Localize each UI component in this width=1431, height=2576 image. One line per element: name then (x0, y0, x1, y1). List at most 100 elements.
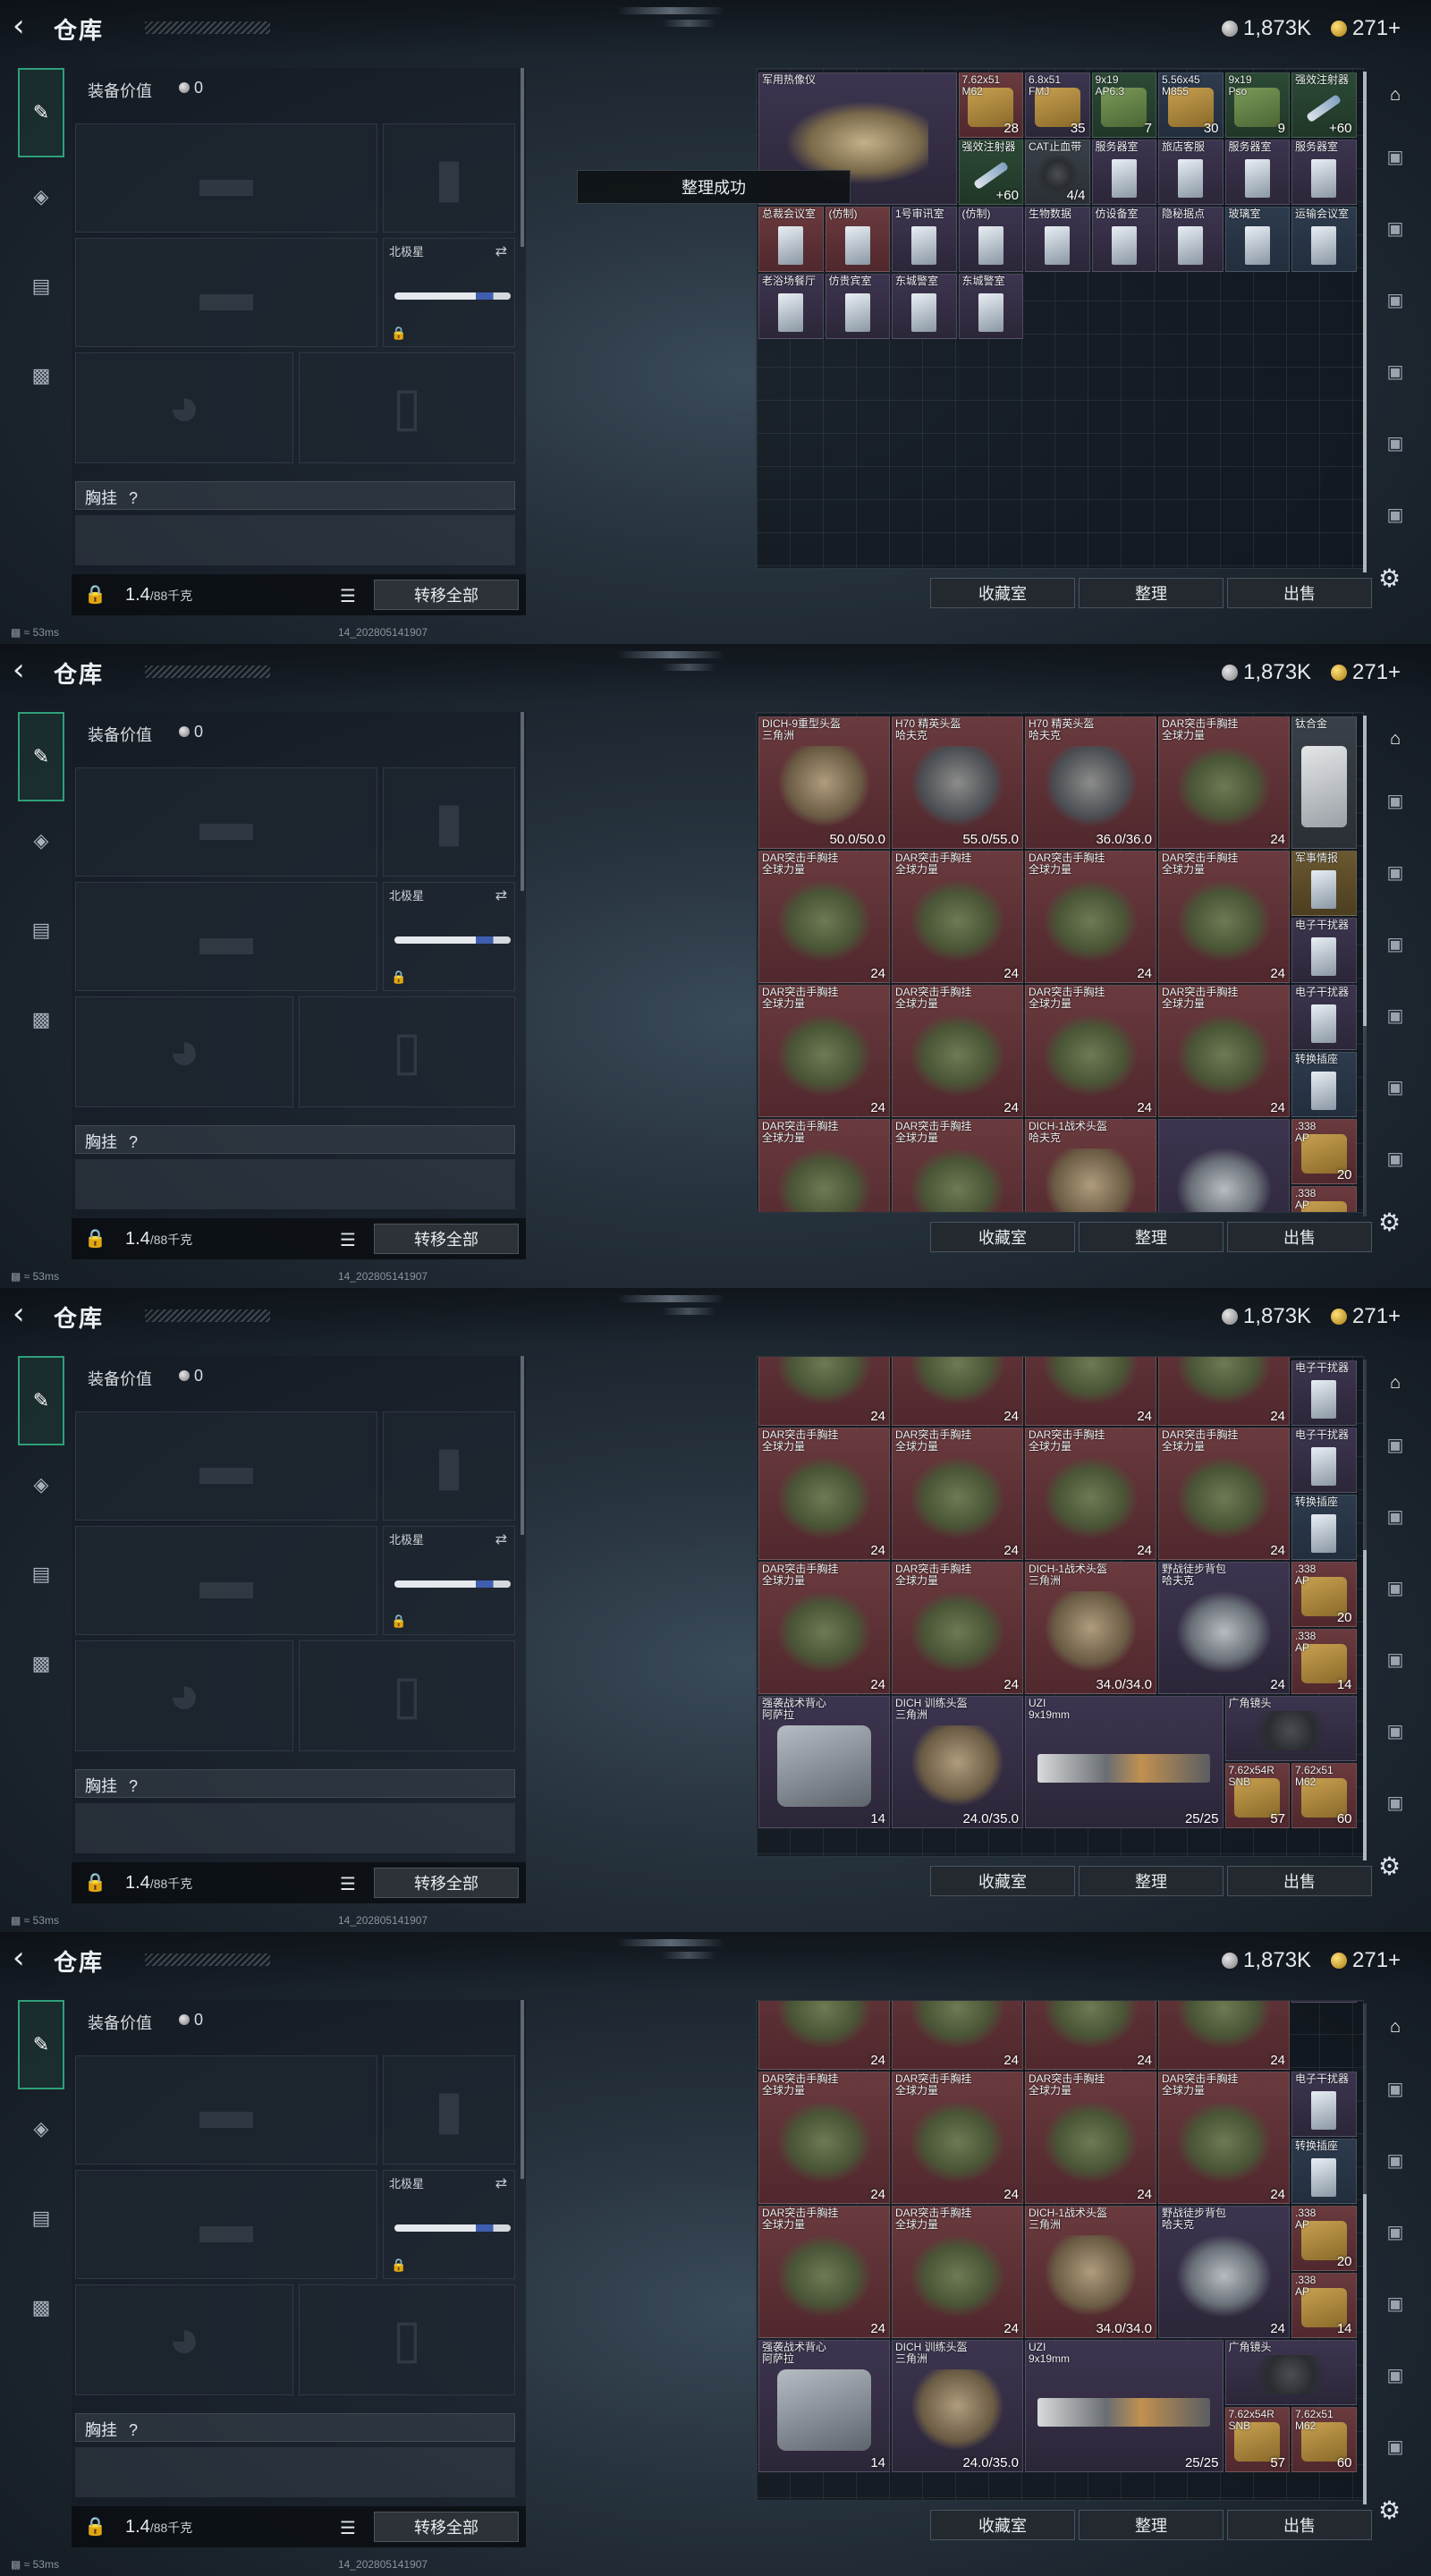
stash-item[interactable]: 生物数据 (1025, 207, 1090, 272)
category-tab-icon[interactable]: ▣ (1377, 2147, 1413, 2175)
stash-item[interactable]: 9x19 Pso 9 (1224, 72, 1290, 138)
chest-rig-header[interactable]: 胸挂 ? (75, 2413, 515, 2442)
gear-icon[interactable]: ⚙ (1378, 564, 1401, 593)
stash-item[interactable]: 运输会议室 (1291, 207, 1357, 272)
stash-item[interactable]: 强袭战术背心 阿萨拉 14 (758, 2340, 890, 2472)
chest-rig-slots[interactable] (75, 515, 515, 565)
stash-item[interactable]: DAR突击手胸挂 全球力量 24 (892, 2206, 1023, 2338)
category-tab-icon[interactable]: ▣ (1377, 286, 1413, 315)
stash-item[interactable]: .338 AP 14 (1291, 2273, 1357, 2338)
stash-item[interactable]: 电子干扰器 (1291, 1428, 1357, 1493)
chest-rig-slots[interactable] (75, 1803, 515, 1853)
gun-icon[interactable]: ✎ (18, 1356, 64, 1445)
sort-button[interactable]: 整理 (1079, 578, 1224, 608)
stash-item[interactable]: 广角镜头 (1224, 2340, 1357, 2405)
collection-room-button[interactable]: 收藏室 (930, 578, 1075, 608)
stash-item[interactable]: H70 精英头盔 哈夫克 36.0/36.0 (1025, 716, 1156, 849)
equipment-scrollbar[interactable] (521, 68, 524, 247)
chest-rig-header[interactable]: 胸挂 ? (75, 1125, 515, 1154)
sort-button[interactable]: 整理 (1079, 1222, 1224, 1252)
primary-weapon-slot[interactable]: ▬ (75, 123, 377, 233)
backpack-icon[interactable]: ▤ (20, 1553, 63, 1596)
sell-button[interactable]: 出售 (1227, 1222, 1372, 1252)
secondary-weapon-slot[interactable]: ▬ (75, 1526, 377, 1635)
category-tab-icon[interactable]: ▣ (1377, 2433, 1413, 2462)
category-tab-icon[interactable]: ▣ (1377, 1789, 1413, 1818)
list-icon[interactable]: ☰ (340, 2517, 356, 2539)
stash-item[interactable]: .338 AP 20 (1291, 2206, 1357, 2271)
gold-currency[interactable]: 271+ (1331, 16, 1401, 41)
category-tab-icon[interactable]: ▣ (1377, 2361, 1413, 2390)
category-tab-icon[interactable]: ▣ (1377, 1574, 1413, 1603)
category-tab-icon[interactable]: ▣ (1377, 1002, 1413, 1030)
category-tab-icon[interactable]: ▣ (1377, 1431, 1413, 1460)
stash-home-icon[interactable]: ⌂ (1377, 80, 1413, 109)
back-arrow-icon[interactable]: ‹ (13, 11, 39, 43)
stash-item[interactable]: DAR突击手胸挂 全球力量 24 (1025, 851, 1156, 983)
category-tab-icon[interactable]: ▣ (1377, 358, 1413, 386)
stash-item[interactable]: DAR突击手胸挂 全球力量 (892, 1119, 1023, 1212)
stash-item[interactable]: 转换插座 (1291, 2139, 1357, 2204)
stash-item[interactable]: CAT止血带 4/4 (1025, 140, 1090, 205)
stash-scroll-thumb[interactable] (1363, 716, 1367, 1027)
help-icon[interactable]: ? (129, 489, 138, 507)
transfer-all-button[interactable]: 转移全部 (374, 2512, 519, 2542)
gold-currency[interactable]: 271+ (1331, 1948, 1401, 1973)
stash-item[interactable]: DAR突击手胸挂 全球力量 24 (758, 1428, 890, 1560)
pistol-slot[interactable]: ▮ (383, 123, 515, 233)
backpack-icon[interactable]: ▤ (20, 2197, 63, 2240)
stash-item[interactable]: 电子干扰器 (1291, 1360, 1357, 1426)
gun-icon[interactable]: ✎ (18, 712, 64, 801)
body-armor-slot[interactable]: ▯ (299, 352, 515, 463)
armor-icon[interactable]: ◈ (20, 819, 63, 862)
stash-item[interactable]: .338 AP 20 (1291, 1562, 1357, 1627)
pistol-slot[interactable]: ▮ (383, 2055, 515, 2165)
helmet-slot[interactable]: ◕ (75, 2284, 293, 2395)
gear-icon[interactable]: ⚙ (1378, 1852, 1401, 1881)
stash-item[interactable]: 仿贵宾室 (825, 274, 890, 339)
swap-icon[interactable]: ⇄ (495, 886, 507, 904)
stash-item[interactable]: DAR突击手胸挂 全球力量 24 (758, 2072, 890, 2204)
helmet-slot[interactable]: ◕ (75, 1640, 293, 1751)
stash-item[interactable]: 东城警室 (892, 274, 957, 339)
stash-grid[interactable]: 军用热像仪 7.62x51 M62 28 6.8x51 FMJ 35 9x19 AP6.3… (756, 68, 1364, 569)
stash-scrollbar[interactable] (1363, 2004, 1367, 2504)
stash-item[interactable]: 24 (758, 1357, 890, 1426)
stash-item[interactable]: 7.62x51 M62 60 (1291, 1763, 1357, 1828)
stash-item[interactable]: DAR突击手胸挂 全球力量 24 (1158, 985, 1290, 1117)
stash-item[interactable]: UZI 9x19mm 25/25 (1025, 1696, 1224, 1828)
category-tab-icon[interactable]: ▣ (1377, 1717, 1413, 1746)
back-arrow-icon[interactable]: ‹ (13, 1943, 39, 1975)
stash-item[interactable]: DAR突击手胸挂 全球力量 24 (1158, 1428, 1290, 1560)
category-tab-icon[interactable]: ▣ (1377, 143, 1413, 172)
stash-item[interactable]: DAR突击手胸挂 全球力量 24 (758, 985, 890, 1117)
stash-item[interactable]: DAR突击手胸挂 全球力量 24 (892, 851, 1023, 983)
stash-scrollbar[interactable] (1363, 716, 1367, 1216)
sort-button[interactable]: 整理 (1079, 2510, 1224, 2540)
stash-item[interactable]: 仿设备室 (1091, 207, 1156, 272)
secondary-weapon-slot[interactable]: ▬ (75, 2170, 377, 2279)
stash-item[interactable]: .338 AP (1291, 1186, 1357, 1212)
stash-item[interactable]: DAR突击手胸挂 全球力量 (758, 1119, 890, 1212)
category-tab-icon[interactable]: ▣ (1377, 787, 1413, 816)
stash-item[interactable]: 24 (758, 2001, 890, 2070)
stash-item[interactable]: 24 (1158, 2001, 1290, 2070)
stash-item[interactable]: DAR突击手胸挂 全球力量 24 (1025, 985, 1156, 1117)
gun-icon[interactable]: ✎ (18, 2000, 64, 2089)
stash-item[interactable]: DAR突击手胸挂 全球力量 24 (1158, 2072, 1290, 2204)
stash-item[interactable]: DAR突击手胸挂 全球力量 24 (1158, 851, 1290, 983)
body-armor-slot[interactable]: ▯ (299, 996, 515, 1107)
stash-home-icon[interactable]: ⌂ (1377, 1368, 1413, 1397)
gun-icon[interactable]: ✎ (18, 68, 64, 157)
melee-slot[interactable]: 北极星 ⇄ 🔒 (383, 1526, 515, 1635)
sort-button[interactable]: 整理 (1079, 1866, 1224, 1896)
category-tab-icon[interactable]: ▣ (1377, 1646, 1413, 1674)
sell-button[interactable]: 出售 (1227, 2510, 1372, 2540)
chest-rig-slots[interactable] (75, 2447, 515, 2497)
transfer-all-button[interactable]: 转移全部 (374, 1224, 519, 1254)
chest-rig-slots[interactable] (75, 1159, 515, 1209)
swap-icon[interactable]: ⇄ (495, 2174, 507, 2192)
category-tab-icon[interactable]: ▣ (1377, 930, 1413, 959)
gold-currency[interactable]: 271+ (1331, 660, 1401, 685)
stash-item[interactable]: 强效注射器 +60 (958, 140, 1023, 205)
